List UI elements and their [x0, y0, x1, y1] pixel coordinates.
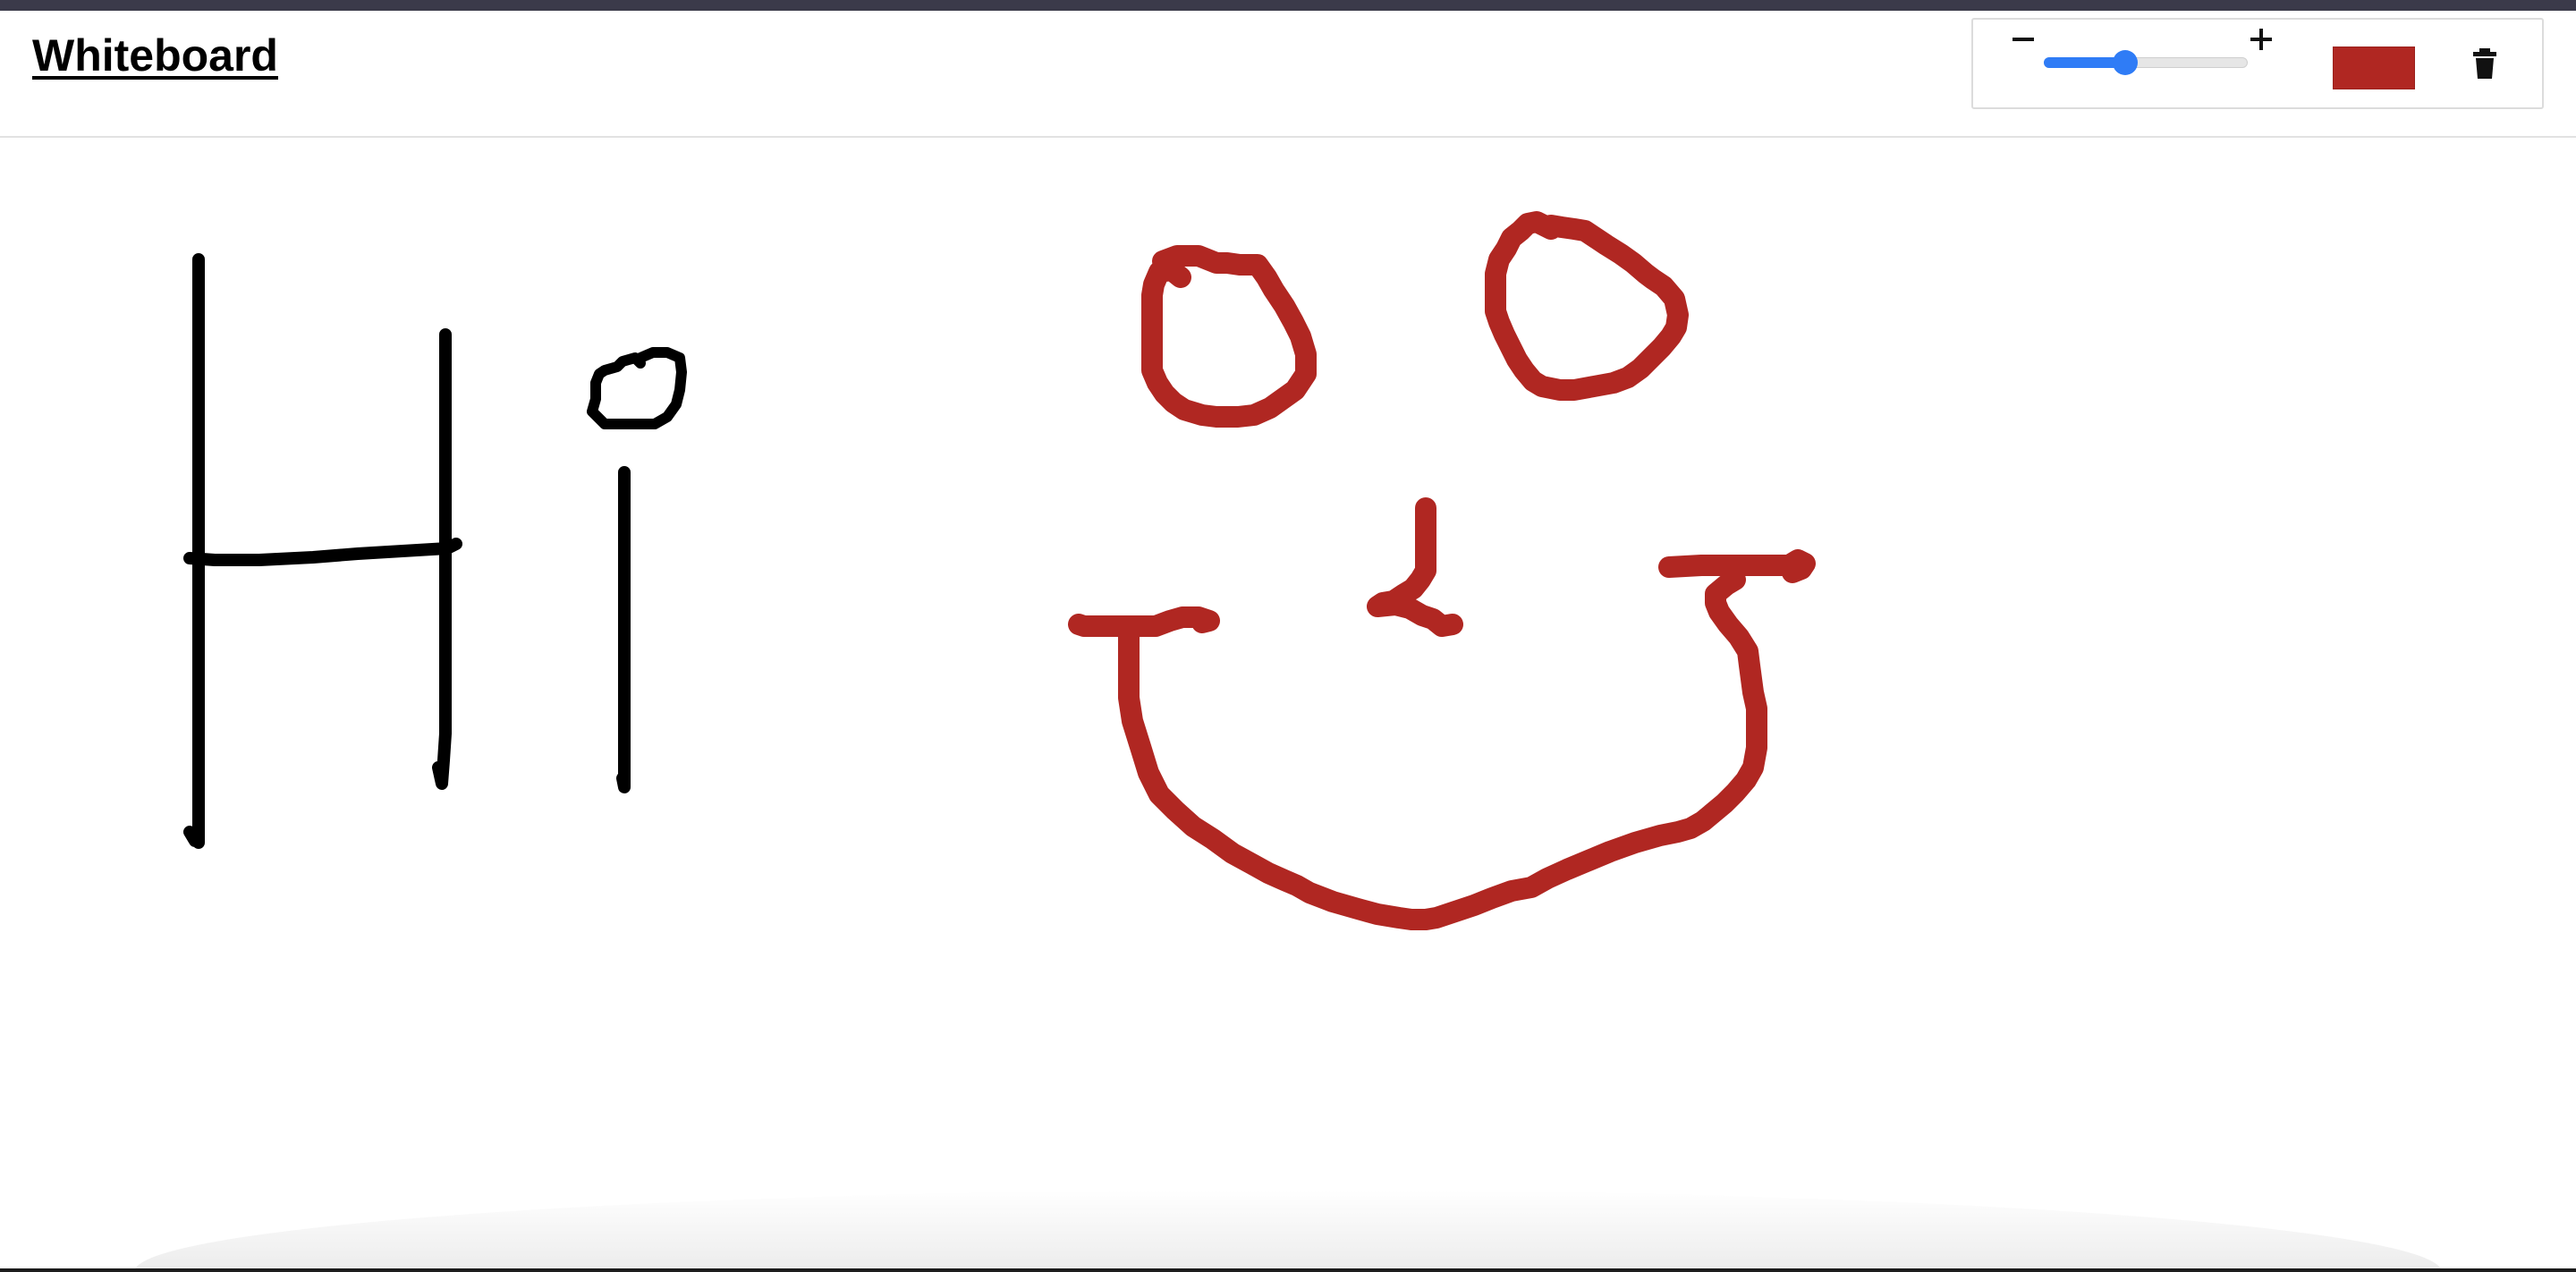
- stroke-nose: [1367, 497, 1463, 637]
- color-picker[interactable]: [2333, 47, 2415, 89]
- stroke-right-eye: [1485, 211, 1689, 401]
- brush-size-slider-thumb[interactable]: [2113, 50, 2138, 75]
- window-bottom-edge: [0, 1268, 2576, 1272]
- plus-icon: [2250, 29, 2272, 50]
- window-top-strip: [0, 0, 2576, 11]
- stroke-h-crossbar: [183, 538, 462, 566]
- page-title[interactable]: Whiteboard: [32, 29, 278, 82]
- stroke-left-eye: [1141, 245, 1317, 428]
- clear-board-button[interactable]: [2467, 45, 2503, 84]
- drawing-canvas[interactable]: [0, 138, 2576, 1272]
- minus-icon: [2012, 38, 2034, 41]
- increase-size-button[interactable]: [2243, 20, 2279, 59]
- stroke-h-right: [432, 328, 452, 790]
- stroke-h-left: [183, 253, 205, 849]
- stroke-i-dot: [587, 347, 687, 429]
- stroke-i-stem: [616, 466, 631, 793]
- decrease-size-button[interactable]: [2005, 20, 2041, 59]
- canvas-strokes-layer: [183, 211, 1816, 930]
- trash-icon: [2473, 48, 2496, 79]
